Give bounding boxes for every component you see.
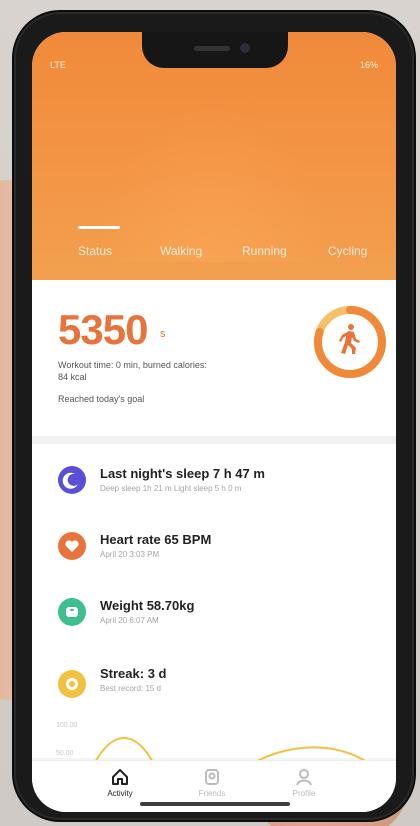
sleep-title: Last night's sleep 7 h 47 m [100,466,265,481]
photo-scene: LTE 4:32 PM 16% Status Walking Running C… [0,0,420,826]
heart-rate-subtitle: April 20 3:03 PM [100,550,160,559]
nav-profile[interactable]: Profile [274,767,334,798]
scale-icon [58,598,86,626]
tab-cycling[interactable]: Cycling [328,244,367,258]
tab-status[interactable]: Status [78,244,112,258]
nav-friends-label: Friends [198,789,226,798]
list-item-sleep[interactable]: Last night's sleep 7 h 47 m Deep sleep 1… [32,466,396,532]
streak-subtitle: Best record: 15 d [100,684,161,693]
nav-profile-label: Profile [292,789,316,798]
active-tab-indicator [78,226,120,229]
goal-ring-svg [314,306,386,378]
status-carrier: LTE [50,60,66,70]
sleep-subtitle: Deep sleep 1h 21 m Light sleep 5 h 0 m [100,484,242,493]
phone-screen: LTE 4:32 PM 16% Status Walking Running C… [32,32,396,812]
speaker [194,46,230,51]
profile-icon [296,769,312,786]
step-count: 5350 [58,306,148,353]
activity-header: LTE 4:32 PM 16% Status Walking Running C… [32,32,396,280]
activity-tabs: Status Walking Running Cycling [32,226,396,264]
tab-walking[interactable]: Walking [160,244,202,258]
summary-card[interactable]: 5350 s Workout time: 0 min, burned calor… [32,280,396,436]
tab-running[interactable]: Running [242,244,287,258]
streak-title: Streak: 3 d [100,666,167,681]
nav-activity[interactable]: Activity [90,767,150,798]
health-list: Last night's sleep 7 h 47 m Deep sleep 1… [32,436,396,650]
list-item-heart-rate[interactable]: Heart rate 65 BPM April 20 3:03 PM [32,532,396,598]
home-icon [112,769,128,785]
nav-friends[interactable]: Friends [182,767,242,798]
heart-icon [58,532,86,560]
walker-icon [339,324,360,354]
home-indicator[interactable] [140,802,290,806]
workout-summary: Workout time: 0 min, burned calories: [58,360,207,370]
step-unit: s [160,328,166,340]
goal-status: Reached today's goal [58,394,145,404]
status-battery: 16% [359,60,378,70]
nav-activity-label: Activity [107,789,133,798]
goal-ring[interactable] [310,302,390,382]
calories-summary: 84 kcal [58,372,87,382]
sun-icon [58,670,86,698]
streak-card[interactable]: Streak: 3 d Best record: 15 d 100.00 50.… [32,650,396,769]
heart-rate-title: Heart rate 65 BPM [100,532,212,547]
friends-icon [205,769,219,785]
weight-subtitle: April 20 6:07 AM [100,616,159,625]
phone-frame: LTE 4:32 PM 16% Status Walking Running C… [14,12,414,820]
header-decoration [92,102,332,262]
moon-icon [58,466,86,494]
weight-title: Weight 58.70kg [100,598,195,613]
front-camera [240,43,250,53]
notch [142,32,288,68]
